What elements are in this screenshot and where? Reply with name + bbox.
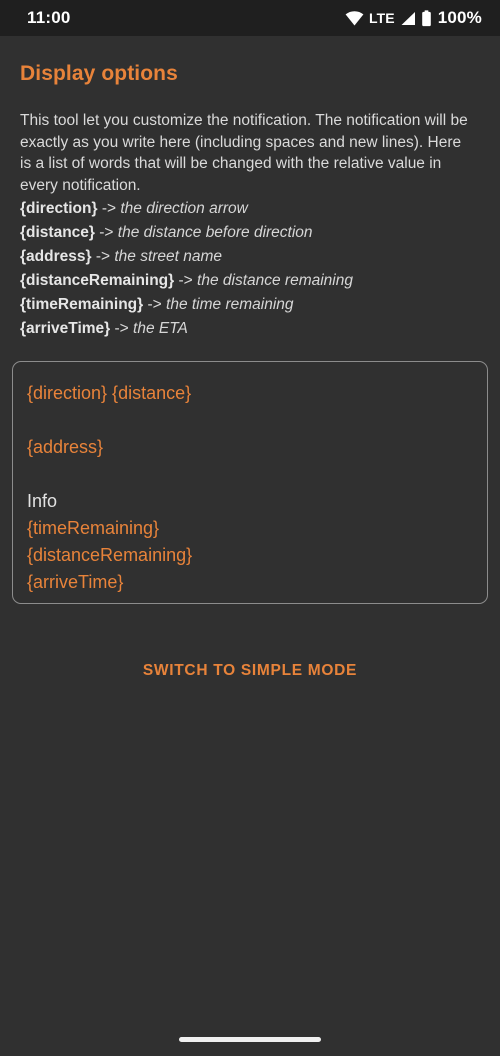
token-description: the distance remaining: [197, 272, 353, 289]
token-key: {distance}: [20, 224, 95, 241]
token-arrow: ->: [178, 272, 193, 289]
page-title: Display options: [20, 62, 178, 85]
editor-line[interactable]: {timeRemaining}: [27, 515, 473, 542]
token-description: the direction arrow: [120, 200, 248, 217]
token-legend-row: {address} -> the street name: [20, 245, 480, 269]
token-key: {distanceRemaining}: [20, 272, 175, 289]
main-content: Display options This tool let you custom…: [0, 36, 500, 1022]
token-key: {direction}: [20, 200, 98, 217]
token-legend-row: {arriveTime} -> the ETA: [20, 317, 480, 341]
battery-full-icon: [421, 9, 432, 27]
switch-mode-row: SWITCH TO SIMPLE MODE: [12, 652, 488, 690]
home-indicator-pill[interactable]: [179, 1036, 321, 1042]
editor-line[interactable]: [27, 407, 473, 434]
token-arrow: ->: [99, 224, 114, 241]
status-clock: 11:00: [27, 8, 71, 27]
app-screen: 11:00 LTE 100% Display options This tool…: [0, 0, 500, 1056]
editor-line[interactable]: Info: [27, 488, 473, 515]
cellular-signal-icon: [400, 11, 416, 26]
token-key: {arriveTime}: [20, 320, 111, 337]
token-description: the distance before direction: [117, 224, 313, 241]
token-description: the time remaining: [166, 296, 294, 313]
status-icons: LTE 100%: [345, 8, 482, 28]
token-legend-list: {direction} -> the direction arrow {dista…: [12, 197, 488, 341]
network-type-label: LTE: [369, 10, 395, 26]
token-arrow: ->: [95, 248, 111, 265]
switch-to-simple-mode-button[interactable]: SWITCH TO SIMPLE MODE: [129, 652, 371, 690]
token-description: the ETA: [133, 320, 188, 337]
editor-line[interactable]: [27, 461, 473, 488]
battery-percent-label: 100%: [437, 8, 482, 27]
token-arrow: ->: [114, 320, 129, 337]
token-key: {address}: [20, 248, 92, 265]
editor-line[interactable]: {direction} {distance}: [27, 380, 473, 407]
token-arrow: ->: [147, 296, 162, 313]
token-legend-row: {direction} -> the direction arrow: [20, 197, 480, 221]
editor-line[interactable]: {distanceRemaining}: [27, 542, 473, 569]
token-description: the street name: [114, 248, 223, 265]
editor-line[interactable]: {address}: [27, 434, 473, 461]
editor-line[interactable]: {arriveTime}: [27, 569, 473, 596]
token-legend-row: {distance} -> the distance before direct…: [20, 221, 480, 245]
token-legend-row: {timeRemaining} -> the time remaining: [20, 293, 480, 317]
token-key: {timeRemaining}: [20, 296, 144, 313]
token-arrow: ->: [101, 200, 117, 217]
wifi-icon: [345, 10, 364, 26]
gesture-navigation-bar[interactable]: [0, 1022, 500, 1056]
notification-template-editor[interactable]: {direction} {distance} {address} Info {ti…: [12, 361, 488, 604]
status-bar: 11:00 LTE 100%: [0, 0, 500, 36]
token-legend-row: {distanceRemaining} -> the distance rema…: [20, 269, 480, 293]
description-text: This tool let you customize the notifica…: [20, 112, 468, 194]
